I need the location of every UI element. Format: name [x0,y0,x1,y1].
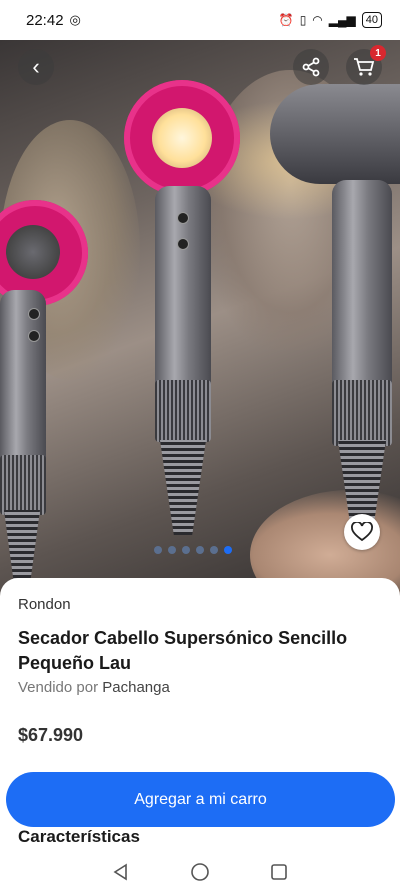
dryer-center-button [177,238,189,250]
dryer-left-grille [0,455,46,515]
recents-nav-icon[interactable] [270,863,288,881]
cart-button[interactable]: 1 [346,45,386,85]
back-button[interactable]: ‹ [18,49,54,85]
product-image-carousel[interactable] [0,40,400,600]
dryer-center-grille [155,380,211,442]
carousel-dot[interactable] [182,546,190,554]
share-button[interactable] [293,49,329,85]
carousel-dots [154,546,232,554]
wifi-icon: ◠ [312,13,323,27]
add-to-cart-button[interactable]: Agregar a mi carro [6,772,395,827]
carousel-dot-active[interactable] [224,546,232,554]
heart-icon [351,522,373,542]
status-bar: 22:42 ◎ ⏰ ▯ ◠ ▂▄▆ 40 [0,0,400,40]
dryer-left-button [28,330,40,342]
android-nav-bar [0,850,400,894]
alarm-icon: ⏰ [278,13,294,27]
seller-prefix: Vendido por [18,679,99,696]
status-time: 22:42 [26,11,64,29]
seller-line: Vendido por Pachanga [18,679,170,696]
carousel-dot[interactable] [154,546,162,554]
dryer-right-head [270,84,400,184]
carousel-dot[interactable] [168,546,176,554]
back-nav-icon[interactable] [112,863,130,881]
dryer-center-cable-cone [160,440,206,535]
product-brand: Rondon [18,596,71,613]
home-nav-icon[interactable] [190,862,210,882]
carousel-dot[interactable] [196,546,204,554]
chevron-left-icon: ‹ [32,54,40,79]
cart-count-badge: 1 [370,45,386,61]
cart-icon [354,58,375,76]
favorite-button[interactable] [344,514,380,550]
product-price: $67.990 [18,725,84,745]
instagram-icon: ◎ [69,12,81,27]
vibrate-icon: ▯ [299,13,307,27]
signal-icon: ▂▄▆ [328,13,356,27]
dryer-left-inner [6,225,60,279]
seller-name[interactable]: Pachanga [102,679,170,696]
carousel-dot[interactable] [210,546,218,554]
product-title: Secador Cabello Supersónico Sencillo Peq… [18,628,348,673]
dryer-center-button [177,212,189,224]
dryer-right-grille [332,380,392,446]
battery-icon: 40 [361,12,382,28]
dryer-center-inner [152,108,212,168]
features-section-title: Características [18,827,140,846]
dryer-left-button [28,308,40,320]
share-icon [302,57,320,77]
